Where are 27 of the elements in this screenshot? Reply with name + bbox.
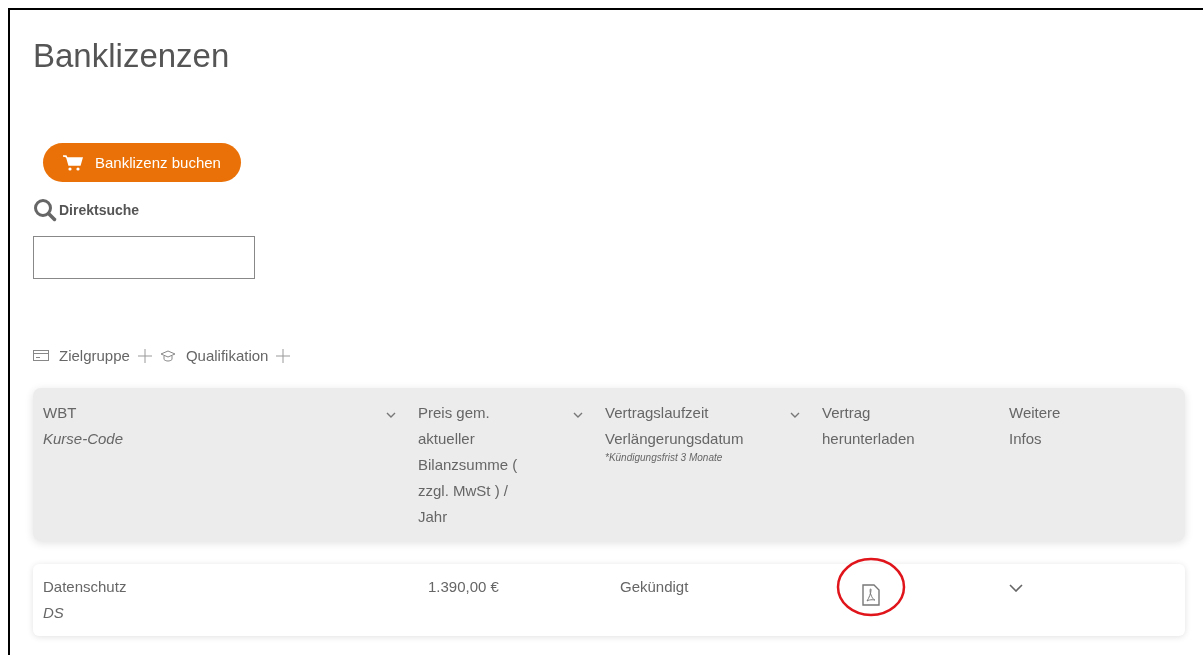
column-heading: Vertragslaufzeit	[605, 403, 710, 423]
sort-chevron-icon[interactable]	[386, 412, 396, 418]
table-cell-text: Datenschutz	[43, 577, 128, 597]
sort-chevron-icon[interactable]	[573, 412, 583, 418]
column-heading: Verlängerungsdatum	[605, 429, 744, 449]
column-heading: Vertrag herunterladen	[822, 403, 916, 449]
column-heading: Weitere Infos	[1009, 403, 1062, 449]
cart-icon	[63, 154, 83, 171]
filter-label[interactable]: Zielgruppe	[59, 347, 130, 364]
expand-chevron-icon[interactable]	[1009, 584, 1023, 592]
pdf-file-icon[interactable]	[862, 584, 880, 606]
search-icon	[33, 198, 57, 222]
table-cell-text: 1.390,00 €	[427, 577, 500, 597]
column-heading: WBT	[43, 403, 78, 423]
book-license-button[interactable]: Banklizenz buchen	[43, 143, 241, 182]
card-icon	[33, 350, 49, 361]
page-title: Banklizenzen	[33, 36, 231, 76]
search-field[interactable]	[33, 236, 255, 279]
graduation-cap-icon	[159, 349, 176, 362]
filter-label[interactable]: Qualifikation	[185, 347, 269, 364]
table-cell-text: DS	[43, 603, 65, 623]
sort-chevron-icon[interactable]	[790, 412, 800, 418]
search-label: Direktsuche	[59, 202, 140, 218]
column-note: *Kündigungsfrist 3 Monate	[605, 452, 724, 464]
table-cell-text: Gekündigt	[619, 577, 690, 597]
column-subheading: Kurse-Code	[43, 429, 124, 449]
column-heading: Preis gem. aktueller Bilanzsumme ( zzgl. MwSt ) / Jahr	[418, 403, 519, 527]
